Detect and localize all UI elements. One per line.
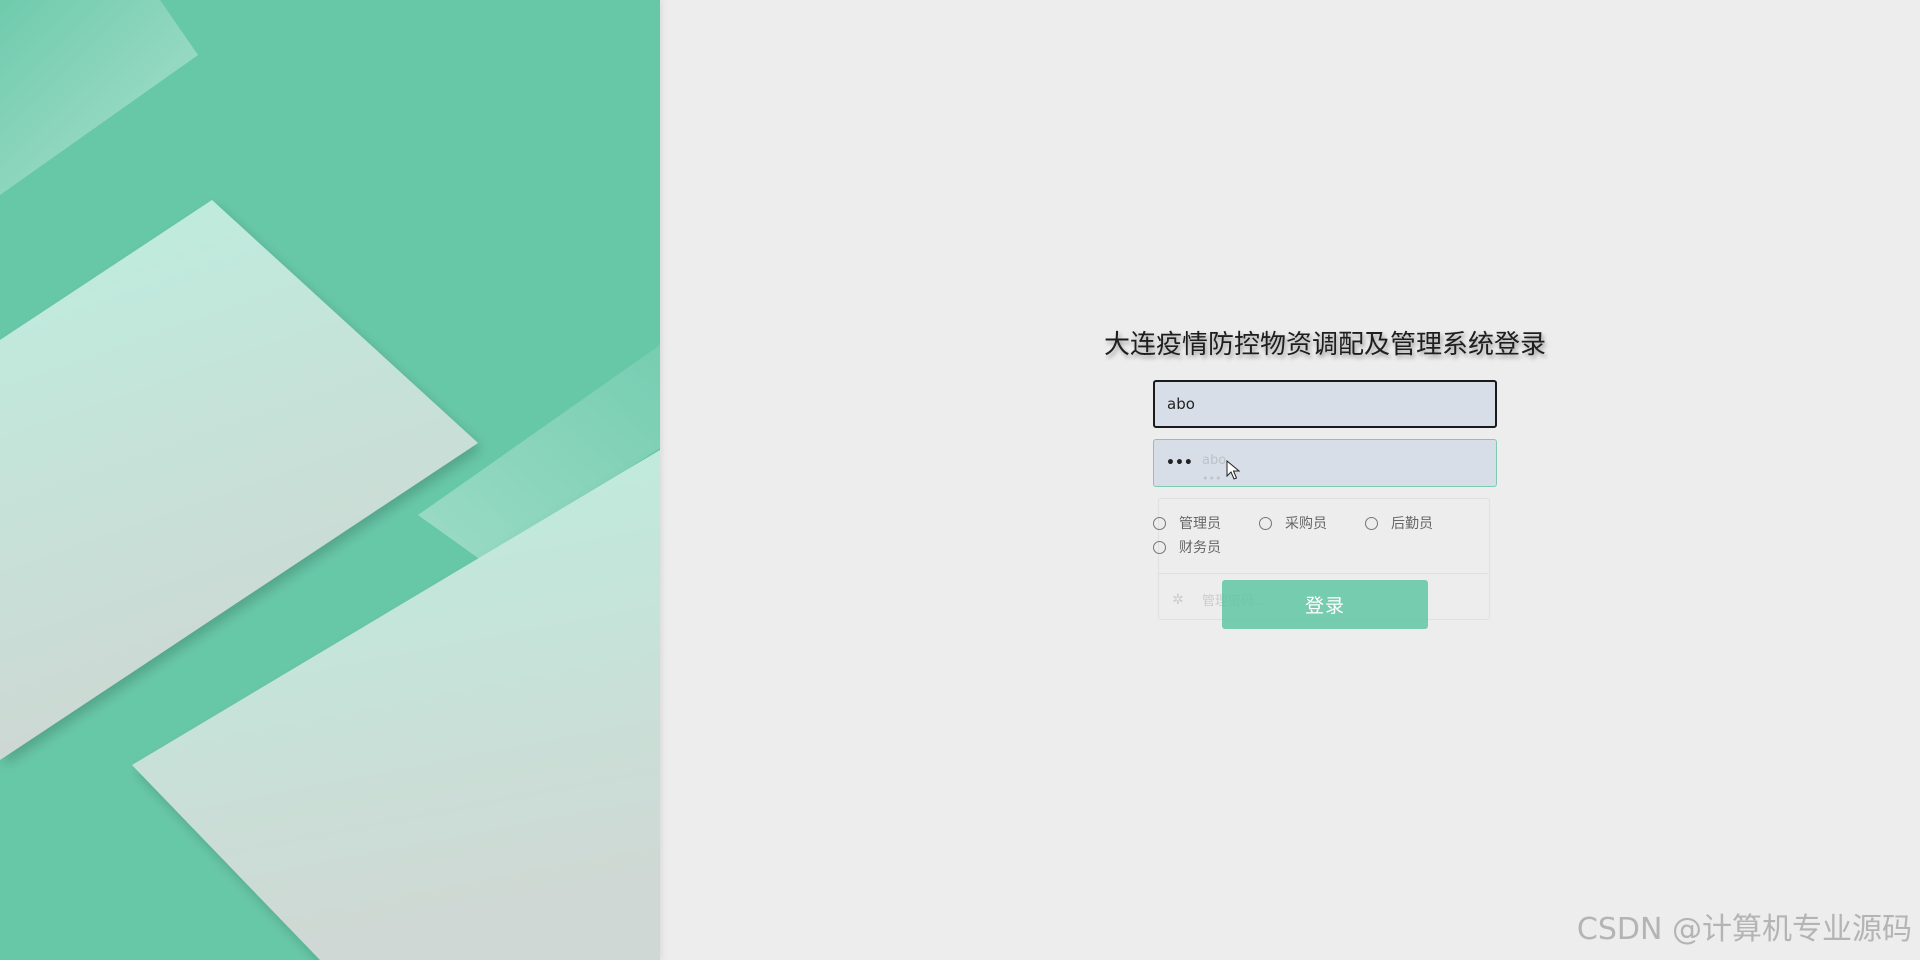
- radio-button[interactable]: [1365, 516, 1378, 530]
- role-label: 后勤员: [1391, 516, 1433, 532]
- page-title: 大连疫情防控物资调配及管理系统登录: [1103, 330, 1546, 360]
- radio-button[interactable]: [1153, 540, 1166, 554]
- radio-button[interactable]: [1259, 516, 1272, 530]
- login-button[interactable]: 登录: [1222, 580, 1428, 629]
- login-page: 大连疫情防控物资调配及管理系统登录 ••• abo ••• ✲ 管理密码... …: [0, 0, 1920, 960]
- decorative-panel: [0, 0, 660, 960]
- role-option-purchaser[interactable]: 采购员: [1259, 513, 1327, 533]
- username-input[interactable]: [1153, 380, 1497, 428]
- role-option-logistics[interactable]: 后勤员: [1365, 513, 1433, 533]
- radio-button[interactable]: [1153, 516, 1166, 530]
- role-option-finance[interactable]: 财务员: [1153, 537, 1221, 557]
- password-input[interactable]: •••: [1153, 439, 1497, 487]
- shape-top-left: [0, 0, 198, 195]
- login-form: 大连疫情防控物资调配及管理系统登录 ••• abo ••• ✲ 管理密码... …: [1060, 300, 1590, 660]
- ghost-divider: [1158, 573, 1488, 574]
- role-label: 财务员: [1179, 540, 1221, 556]
- role-option-admin[interactable]: 管理员: [1153, 513, 1221, 533]
- role-label: 采购员: [1285, 516, 1327, 532]
- decorative-shapes: [0, 0, 660, 960]
- watermark: CSDN @计算机专业源码: [1576, 912, 1912, 947]
- role-label: 管理员: [1179, 516, 1221, 532]
- ghost-gear-icon: ✲: [1172, 592, 1184, 608]
- mouse-cursor-icon: [1226, 460, 1240, 480]
